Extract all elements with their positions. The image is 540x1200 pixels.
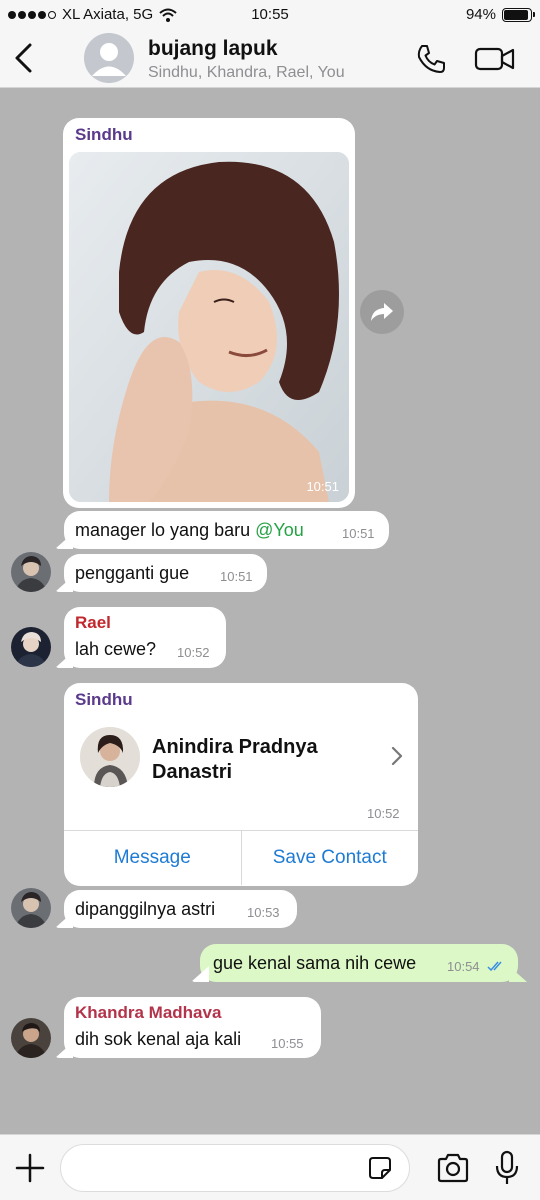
group-placeholder-icon [84, 33, 134, 83]
back-chevron-icon[interactable] [10, 42, 36, 74]
user-photo [11, 1018, 51, 1058]
message-time: 10:52 [177, 645, 210, 660]
user-photo [11, 627, 51, 667]
chat-header: bujang lapuk Sindhu, Khandra, Rael, You [0, 30, 540, 88]
chat-title[interactable]: bujang lapuk [148, 37, 278, 61]
contact-avatar[interactable] [80, 727, 140, 787]
sender-name: Rael [75, 613, 111, 632]
message-time: 10:53 [247, 905, 280, 920]
message-time: 10:51 [220, 569, 253, 584]
message-contact-button[interactable]: Message [64, 831, 241, 885]
user-photo [11, 888, 51, 928]
clock: 10:55 [251, 6, 289, 23]
chat-members[interactable]: Sindhu, Khandra, Rael, You [148, 64, 345, 82]
mention-link[interactable]: @You [255, 520, 304, 540]
battery-icon [502, 7, 535, 22]
status-bar: XL Axiata, 5G 10:55 94% [0, 0, 540, 30]
forward-button[interactable] [360, 290, 404, 334]
chevron-right-icon[interactable] [390, 745, 404, 767]
share-arrow-icon [371, 303, 393, 321]
message-text: gue kenal sama nih cewe [213, 953, 417, 973]
message-input[interactable] [60, 1144, 410, 1192]
message-time: 10:51 [306, 479, 339, 494]
message-text: manager lo yang baru @You [75, 520, 304, 540]
message-time: 10:51 [342, 526, 375, 541]
video-call-button[interactable] [474, 44, 516, 74]
avatar[interactable] [11, 1018, 51, 1058]
message-bubble[interactable]: pengganti gue 10:51 [64, 554, 267, 592]
contact-photo [80, 727, 140, 787]
contact-card[interactable]: Sindhu Anindira Pradnya Danastri 10:52 M… [64, 683, 418, 886]
sticker-icon[interactable] [368, 1156, 392, 1180]
save-contact-button[interactable]: Save Contact [240, 831, 419, 885]
portrait-image [69, 152, 349, 502]
message-text: dipanggilnya astri [75, 899, 216, 919]
user-photo [11, 552, 51, 592]
message-list[interactable]: Sindhu 10:51 manager lo yang baru @You 1… [0, 88, 540, 1134]
message-text: lah cewe? [75, 639, 157, 659]
sender-name: Khandra Madhava [75, 1003, 222, 1022]
message-time: 10:52 [367, 806, 400, 821]
message-composer [0, 1134, 540, 1200]
message-bubble[interactable]: manager lo yang baru @You 10:51 [64, 511, 389, 549]
sender-name: Sindhu [75, 125, 133, 144]
camera-icon[interactable] [436, 1153, 470, 1183]
message-time: 10:54 [447, 959, 480, 974]
plus-icon[interactable] [14, 1152, 46, 1184]
avatar[interactable] [11, 627, 51, 667]
avatar[interactable] [11, 888, 51, 928]
message-text: dih sok kenal aja kali [75, 1029, 242, 1049]
contact-name[interactable]: Anindira Pradnya Danastri [152, 735, 362, 785]
sender-name: Sindhu [75, 690, 133, 709]
read-receipt-icon [487, 961, 502, 972]
message-text: pengganti gue [75, 563, 190, 583]
outgoing-message-bubble[interactable]: gue kenal sama nih cewe 10:54 [200, 944, 518, 982]
message-bubble[interactable]: Rael lah cewe? 10:52 [64, 607, 226, 668]
message-bubble[interactable]: dipanggilnya astri 10:53 [64, 890, 297, 928]
message-bubble[interactable]: Khandra Madhava dih sok kenal aja kali 1… [64, 997, 321, 1058]
photo-message[interactable]: Sindhu 10:51 [63, 118, 355, 508]
avatar[interactable] [11, 552, 51, 592]
call-button[interactable] [414, 42, 448, 76]
microphone-icon[interactable] [494, 1150, 520, 1186]
message-time: 10:55 [271, 1036, 304, 1051]
contact-actions: Message Save Contact [64, 830, 418, 885]
shared-photo[interactable]: 10:51 [69, 152, 349, 502]
battery-percent: 94% [465, 6, 496, 23]
group-avatar[interactable] [84, 33, 134, 83]
